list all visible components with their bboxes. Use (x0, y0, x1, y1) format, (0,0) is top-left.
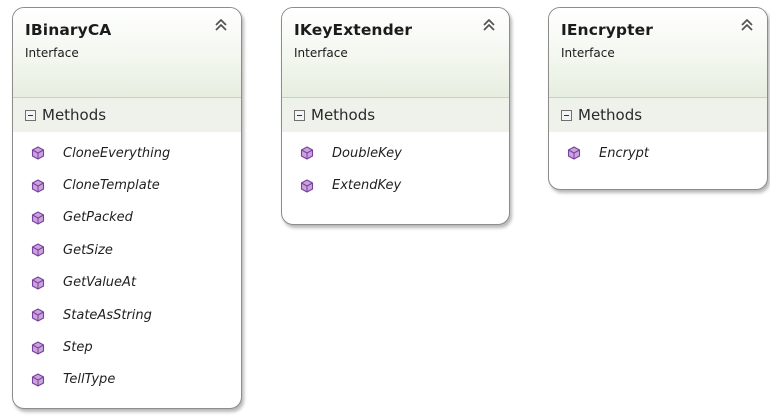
method-item[interactable]: CloneEverything (13, 137, 241, 169)
method-cube-icon (31, 276, 45, 290)
method-item[interactable]: CloneTemplate (13, 169, 241, 201)
collapse-section-icon[interactable] (25, 109, 36, 121)
method-list: DoubleKey ExtendKey (282, 132, 509, 202)
method-cube-icon (31, 243, 45, 257)
card-header: IKeyExtender Interface (282, 8, 509, 98)
methods-section-header[interactable]: Methods (282, 98, 509, 132)
card-header: IBinaryCA Interface (13, 8, 241, 98)
method-item[interactable]: TellType (13, 364, 241, 396)
method-name: DoubleKey (332, 145, 402, 161)
method-cube-icon (31, 308, 45, 322)
double-chevron-up-icon[interactable] (481, 16, 497, 34)
method-list: CloneEverything CloneTemplate GetPacked (13, 132, 241, 396)
method-name: Encrypt (599, 145, 649, 161)
method-cube-icon (31, 211, 45, 225)
method-name: ExtendKey (332, 178, 402, 194)
method-item[interactable]: StateAsString (13, 299, 241, 331)
method-item[interactable]: Encrypt (549, 137, 767, 169)
method-name: GetValueAt (63, 275, 137, 291)
method-cube-icon (31, 178, 45, 193)
method-cube-icon (300, 146, 314, 160)
section-label: Methods (42, 106, 107, 124)
method-cube-icon (31, 373, 45, 387)
interface-stereotype: Interface (561, 46, 615, 60)
section-label: Methods (311, 106, 376, 124)
method-list: Encrypt (549, 132, 767, 169)
class-diagram-canvas: IBinaryCA Interface Methods CloneEveryth… (0, 0, 770, 419)
double-chevron-up-icon[interactable] (213, 16, 229, 34)
method-cube-icon (567, 146, 581, 160)
method-name: Step (63, 340, 93, 356)
collapse-section-icon[interactable] (561, 109, 572, 121)
section-label: Methods (578, 106, 643, 124)
method-item[interactable]: Step (13, 331, 241, 363)
method-cube-icon (31, 146, 45, 160)
method-item[interactable]: GetPacked (13, 202, 241, 234)
methods-section-header[interactable]: Methods (549, 98, 767, 132)
method-name: StateAsString (63, 307, 152, 323)
interface-card-ikeyextender[interactable]: IKeyExtender Interface Methods DoubleKey (281, 7, 510, 225)
interface-title: IEncrypter (561, 21, 653, 39)
interface-stereotype: Interface (294, 46, 348, 60)
method-name: GetPacked (63, 210, 133, 226)
methods-section-header[interactable]: Methods (13, 98, 241, 132)
method-item[interactable]: ExtendKey (282, 169, 509, 201)
method-name: CloneEverything (63, 145, 171, 161)
interface-stereotype: Interface (25, 46, 79, 60)
double-chevron-up-icon[interactable] (739, 16, 755, 34)
method-name: CloneTemplate (63, 178, 160, 194)
method-item[interactable]: DoubleKey (282, 137, 509, 169)
card-header: IEncrypter Interface (549, 8, 767, 98)
collapse-section-icon[interactable] (294, 109, 305, 121)
method-cube-icon (300, 178, 314, 193)
interface-title: IBinaryCA (25, 21, 112, 39)
method-item[interactable]: GetSize (13, 234, 241, 266)
interface-card-ibinaryca[interactable]: IBinaryCA Interface Methods CloneEveryth… (12, 7, 242, 409)
interface-card-iencrypter[interactable]: IEncrypter Interface Methods Encrypt (548, 7, 768, 190)
interface-title: IKeyExtender (294, 21, 413, 39)
method-item[interactable]: GetValueAt (13, 267, 241, 299)
method-name: GetSize (63, 242, 113, 258)
method-name: TellType (63, 372, 116, 388)
method-cube-icon (31, 340, 45, 355)
